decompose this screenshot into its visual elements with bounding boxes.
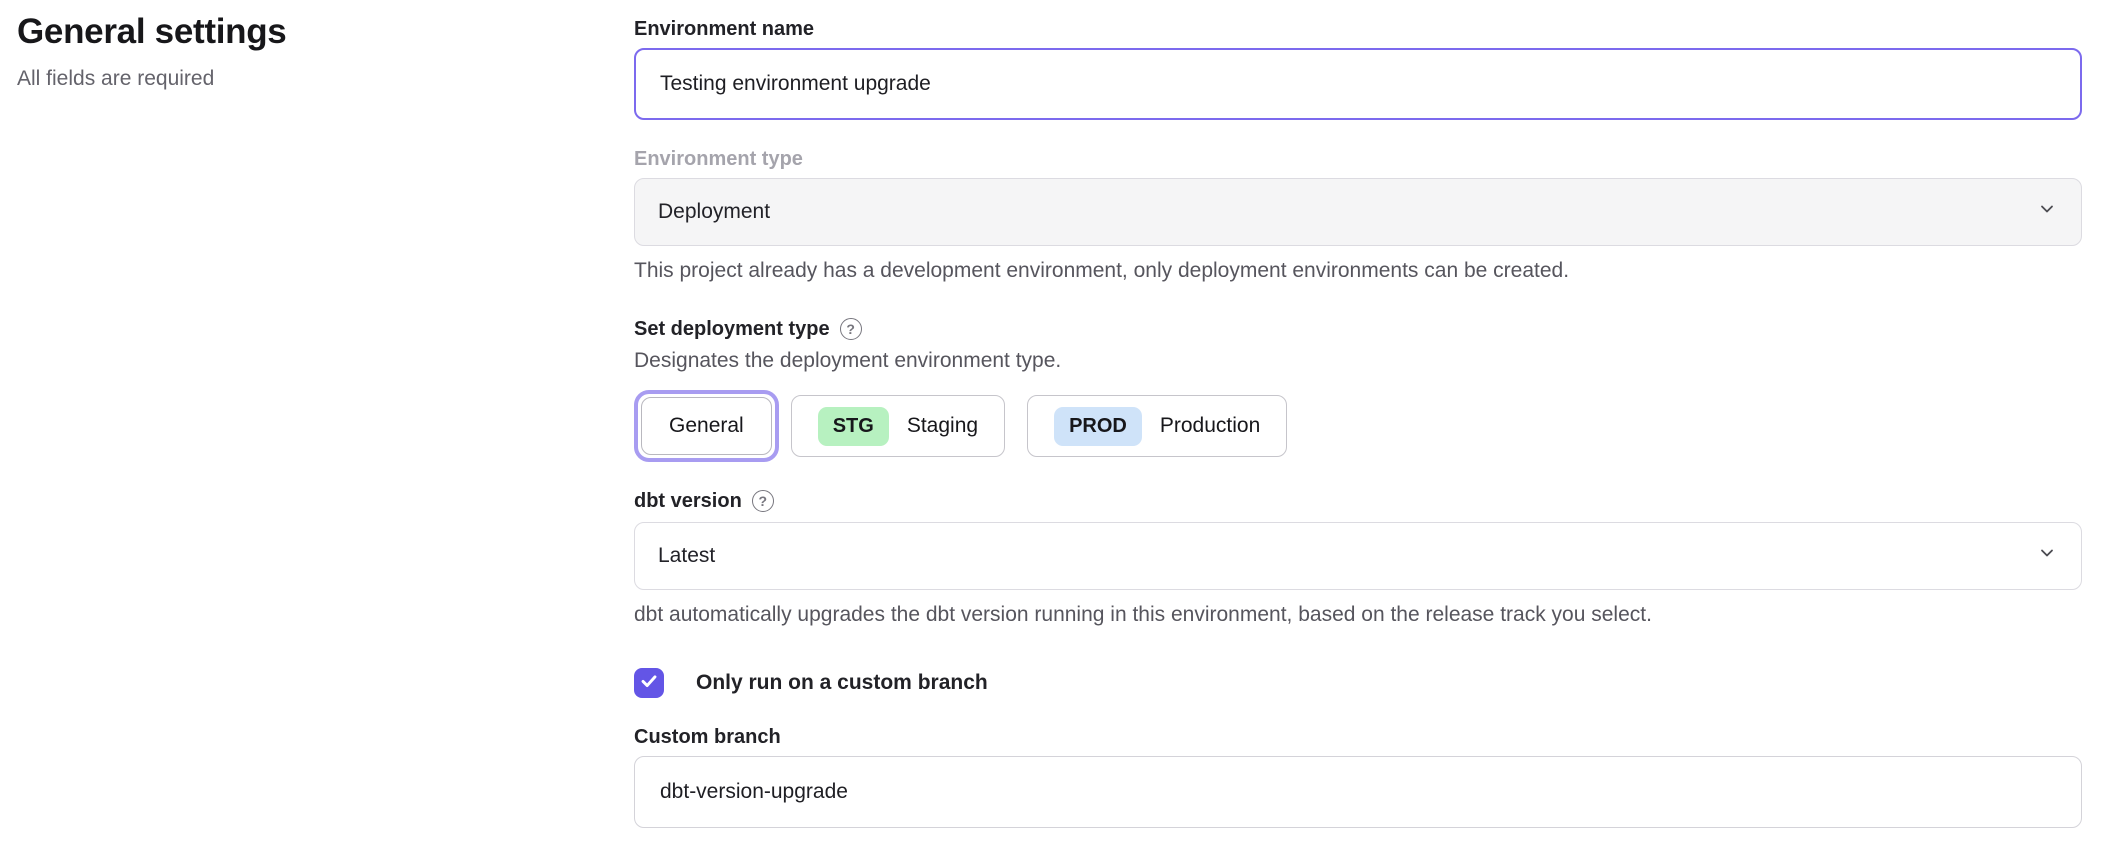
production-badge: PROD	[1054, 407, 1142, 446]
custom-branch-input[interactable]	[634, 756, 2082, 828]
environment-type-help: This project already has a development e…	[634, 258, 2082, 284]
environment-settings-page: General settings All fields are required…	[0, 0, 2116, 864]
deployment-type-label-row: Set deployment type ?	[634, 316, 2082, 342]
help-icon[interactable]: ?	[840, 318, 862, 340]
deployment-type-description: Designates the deployment environment ty…	[634, 348, 2082, 374]
dbt-version-help: dbt automatically upgrades the dbt versi…	[634, 602, 2082, 628]
chevron-down-icon	[2036, 542, 2058, 570]
deployment-type-options: General STG Staging PROD Production	[634, 390, 2082, 462]
selected-option-ring: General	[634, 390, 779, 462]
deployment-type-option-production[interactable]: PROD Production	[1027, 395, 1287, 457]
custom-branch-checkbox-label[interactable]: Only run on a custom branch	[696, 671, 988, 695]
custom-branch-group: Custom branch	[634, 724, 2082, 828]
custom-branch-label: Custom branch	[634, 724, 2082, 750]
dbt-version-group: dbt version ? Latest dbt automatically u…	[634, 488, 2082, 628]
environment-name-input[interactable]	[634, 48, 2082, 120]
dbt-version-select[interactable]: Latest	[634, 522, 2082, 590]
checkmark-icon	[638, 670, 660, 697]
page-title: General settings	[17, 12, 577, 52]
deployment-type-option-general[interactable]: General	[641, 397, 772, 455]
staging-option-label: Staging	[907, 414, 978, 438]
environment-type-label: Environment type	[634, 146, 2082, 172]
page-subtitle: All fields are required	[17, 67, 577, 91]
custom-branch-toggle-row: Only run on a custom branch	[634, 668, 2082, 698]
deployment-type-group: Set deployment type ? Designates the dep…	[634, 316, 2082, 462]
environment-type-value: Deployment	[658, 200, 770, 224]
deployment-type-label: Set deployment type	[634, 316, 830, 342]
environment-type-select[interactable]: Deployment	[634, 178, 2082, 246]
custom-branch-checkbox[interactable]	[634, 668, 664, 698]
chevron-down-icon	[2036, 198, 2058, 226]
dbt-version-value: Latest	[658, 544, 715, 568]
deployment-type-option-staging[interactable]: STG Staging	[791, 395, 1005, 457]
staging-badge: STG	[818, 407, 889, 446]
production-option-label: Production	[1160, 414, 1260, 438]
environment-name-group: Environment name	[634, 16, 2082, 120]
settings-header: General settings All fields are required	[17, 12, 577, 91]
environment-type-group: Environment type Deployment This project…	[634, 146, 2082, 284]
general-option-label: General	[669, 414, 744, 438]
environment-name-label: Environment name	[634, 16, 2082, 42]
dbt-version-label-row: dbt version ?	[634, 488, 2082, 514]
general-settings-form: Environment name Environment type Deploy…	[634, 16, 2082, 828]
dbt-version-label: dbt version	[634, 488, 742, 514]
help-icon[interactable]: ?	[752, 490, 774, 512]
